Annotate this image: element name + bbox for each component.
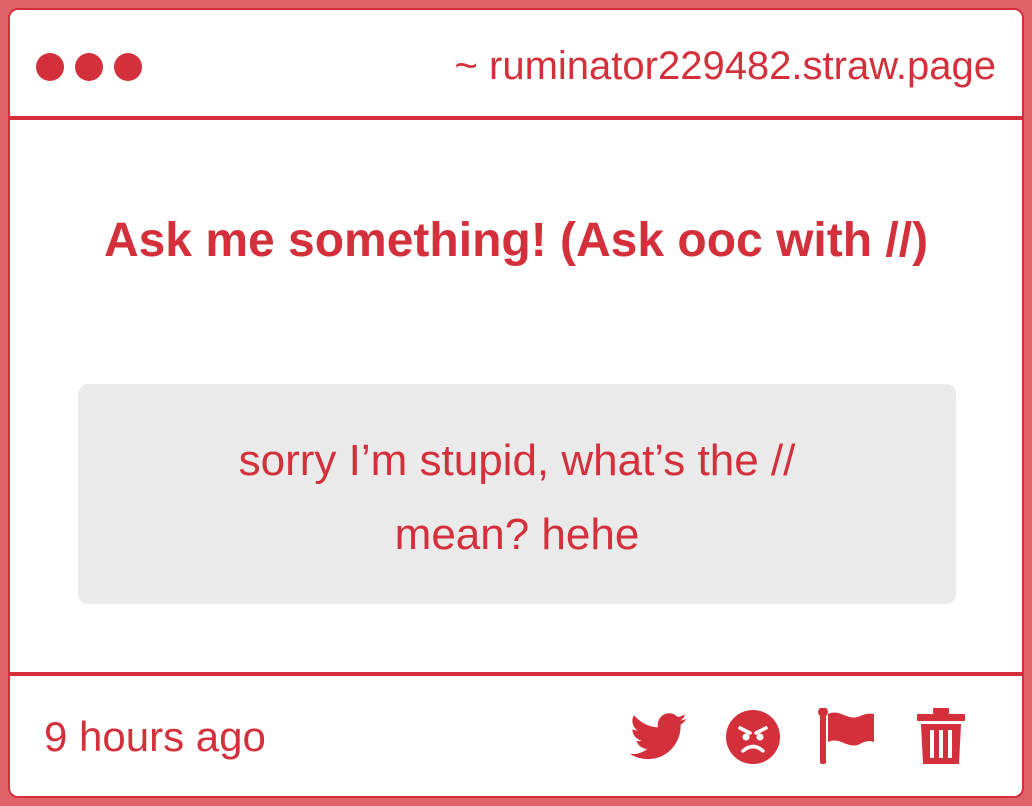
question-box: sorry I’m stupid, what’s the // mean? he…: [78, 384, 956, 604]
question-card: ~ ruminator229482.straw.page Ask me some…: [8, 8, 1024, 798]
twitter-icon: [630, 713, 687, 760]
flag-icon: [818, 708, 874, 764]
question-content: Ask me something! (Ask ooc with //) sorr…: [10, 120, 1022, 672]
window-dot-icon: [75, 53, 103, 81]
delete-button[interactable]: [912, 708, 970, 766]
timestamp: 9 hours ago: [44, 713, 266, 760]
question-text: sorry I’m stupid, what’s the // mean? he…: [238, 436, 796, 559]
trash-icon: [917, 708, 965, 764]
react-angry-button[interactable]: [724, 708, 782, 766]
angry-face-icon: [726, 710, 780, 764]
action-bar: [630, 708, 970, 766]
window-dot-icon: [114, 53, 142, 81]
report-flag-button[interactable]: [818, 708, 876, 766]
share-twitter-button[interactable]: [630, 708, 688, 766]
window-titlebar: ~ ruminator229482.straw.page: [10, 10, 1022, 120]
ask-prompt-title: Ask me something! (Ask ooc with //): [103, 214, 929, 267]
window-controls: [36, 53, 142, 81]
window-dot-icon: [36, 53, 64, 81]
card-footer: 9 hours ago: [10, 672, 1022, 796]
page-url[interactable]: ~ ruminator229482.straw.page: [455, 40, 996, 92]
